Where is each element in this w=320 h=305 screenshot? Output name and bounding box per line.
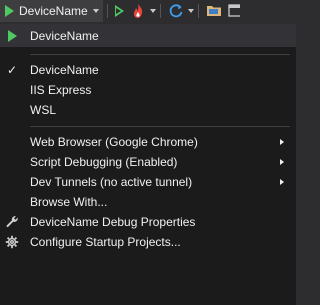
menu-item-web-browser[interactable]: Web Browser (Google Chrome)	[0, 132, 296, 152]
glyph-cell	[0, 215, 24, 229]
menu-item-label: DeviceName	[30, 63, 99, 77]
chevron-right-icon	[280, 179, 284, 185]
menu-item-label: WSL	[30, 103, 57, 117]
open-folder-button[interactable]	[206, 0, 222, 22]
start-debugging-button[interactable]: DeviceName	[0, 0, 103, 22]
start-without-debugging-button[interactable]	[114, 0, 124, 22]
folder-icon	[206, 6, 221, 16]
toolbar-separator	[159, 4, 161, 18]
menu-item-label: Dev Tunnels (no active tunnel)	[30, 175, 193, 189]
menu-item-script-debugging[interactable]: Script Debugging (Enabled)	[0, 152, 296, 172]
menu-item-label: DeviceName Debug Properties	[30, 215, 196, 229]
toolbar-separator	[197, 4, 199, 18]
glyph-cell	[0, 235, 24, 249]
menu-item-label: IIS Express	[30, 83, 92, 97]
menu-item-profile-devicename[interactable]: ✓ DeviceName	[0, 60, 296, 80]
menu-item-label: Configure Startup Projects...	[30, 235, 181, 249]
window-icon	[228, 4, 240, 17]
hot-reload-button[interactable]	[130, 0, 146, 22]
toolbar-separator	[106, 4, 108, 18]
chevron-down-icon[interactable]	[92, 9, 99, 13]
restart-button[interactable]	[168, 0, 184, 22]
menu-item-profile-wsl[interactable]: WSL	[0, 100, 296, 120]
flame-icon	[133, 4, 142, 18]
outline-play-icon	[114, 5, 124, 17]
refresh-icon	[169, 4, 183, 18]
menu-item-dev-tunnels[interactable]: Dev Tunnels (no active tunnel)	[0, 172, 296, 192]
visual-studio-window: DeviceName DeviceName ✓ DeviceName IIS E…	[0, 0, 297, 305]
restart-dropdown[interactable]	[187, 9, 194, 13]
play-icon	[5, 5, 14, 17]
menu-item-label: DeviceName	[30, 29, 99, 43]
hot-reload-dropdown[interactable]	[149, 9, 156, 13]
launch-profile-menu: DeviceName ✓ DeviceName IIS Express WSL …	[0, 24, 296, 305]
chevron-right-icon	[280, 159, 284, 165]
debug-toolbar: DeviceName	[0, 0, 297, 22]
menu-item-label: Script Debugging (Enabled)	[30, 155, 178, 169]
menu-item-debug-properties[interactable]: DeviceName Debug Properties	[0, 212, 296, 232]
menu-item-configure-startup[interactable]: Configure Startup Projects...	[0, 232, 296, 252]
play-icon	[7, 30, 17, 42]
menu-item-label: Browse With...	[30, 195, 108, 209]
menu-separator	[30, 126, 290, 127]
menu-item-start-devicename[interactable]: DeviceName	[0, 25, 296, 47]
wrench-icon	[6, 216, 18, 228]
menu-item-profile-iis-express[interactable]: IIS Express	[0, 80, 296, 100]
window-button[interactable]	[228, 0, 240, 22]
glyph-cell	[0, 30, 24, 42]
chevron-right-icon	[280, 139, 284, 145]
menu-item-label: Web Browser (Google Chrome)	[30, 135, 198, 149]
gear-icon	[5, 235, 19, 249]
start-target-label: DeviceName	[19, 4, 88, 18]
menu-item-browse-with[interactable]: Browse With...	[0, 192, 296, 212]
checkmark-icon: ✓	[6, 63, 18, 77]
menu-separator	[30, 54, 290, 55]
